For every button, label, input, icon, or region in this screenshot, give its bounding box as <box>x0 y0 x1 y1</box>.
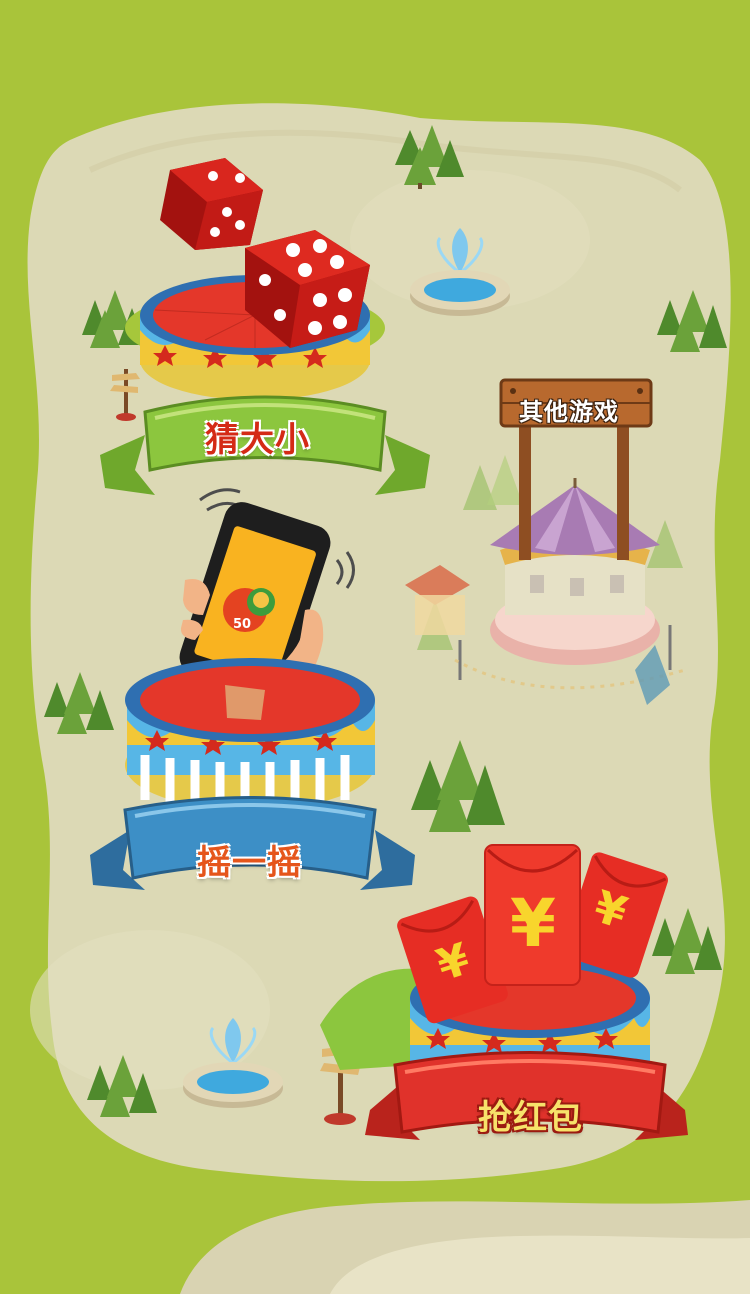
dice-icon <box>160 158 263 250</box>
yuan-symbol-center: ¥ <box>510 885 557 962</box>
game-guess-size[interactable]: 猜大小 <box>95 150 435 520</box>
other-games-label: 其他游戏 <box>519 398 619 426</box>
game-map: 猜大小 摇一摇 50 其他游戏 ¥ ¥ ¥ 抢红包 <box>0 0 750 1294</box>
red-packet-label: 抢红包 <box>478 1098 583 1138</box>
other-games[interactable]: 其他游戏 <box>395 370 715 720</box>
phone-coin-value: 50 <box>233 617 252 632</box>
tree-icon <box>87 1055 157 1117</box>
guess-size-label: 猜大小 <box>205 420 310 460</box>
shake-label: 摇一摇 <box>197 843 302 883</box>
guess-size-artwork <box>100 158 430 495</box>
fountain-icon <box>183 1018 283 1108</box>
game-red-packet[interactable]: ¥ ¥ ¥ 抢红包 <box>320 840 690 1140</box>
tree-icon <box>657 290 727 352</box>
